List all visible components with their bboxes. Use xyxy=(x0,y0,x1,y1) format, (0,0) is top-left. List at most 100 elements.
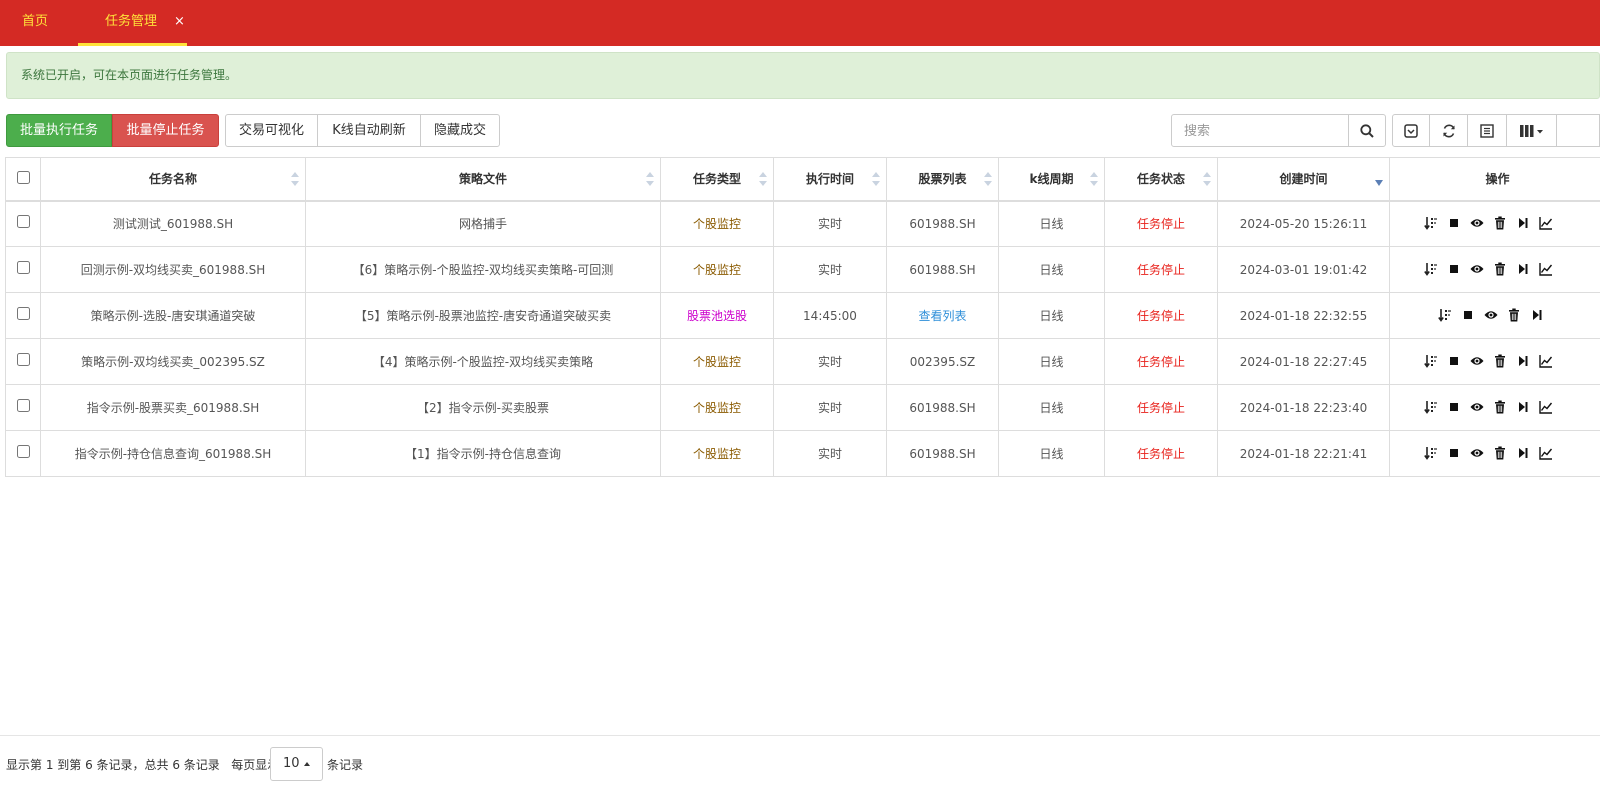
stop-icon[interactable] xyxy=(1461,308,1478,324)
trash-icon[interactable] xyxy=(1493,446,1510,462)
run-next-icon[interactable] xyxy=(1516,216,1533,232)
view-list-link[interactable]: 查看列表 xyxy=(918,309,966,323)
cell-task-type: 个股监控 xyxy=(660,246,774,293)
eye-icon[interactable] xyxy=(1470,354,1487,370)
run-next-icon[interactable] xyxy=(1530,308,1547,324)
trash-icon[interactable] xyxy=(1507,308,1524,324)
col-strategy-file[interactable]: 策略文件 xyxy=(305,157,661,202)
col-created-time[interactable]: 创建时间 xyxy=(1217,157,1390,202)
close-icon[interactable]: × xyxy=(174,0,185,44)
columns-dropdown-button[interactable] xyxy=(1506,114,1557,147)
cell-task-type: 个股监控 xyxy=(660,384,774,431)
table-row[interactable]: 测试测试_601988.SH 网格捕手 个股监控 实时 601988.SH 日线 任务停止 2… xyxy=(5,200,1600,247)
search-input[interactable] xyxy=(1171,114,1349,147)
trash-icon[interactable] xyxy=(1493,400,1510,416)
stop-icon[interactable] xyxy=(1447,354,1464,370)
row-checkbox[interactable] xyxy=(16,352,30,366)
cell-task-name: 测试测试_601988.SH xyxy=(40,200,306,247)
trash-icon[interactable] xyxy=(1493,354,1510,370)
eye-icon[interactable] xyxy=(1470,216,1487,232)
sort-order-icon[interactable] xyxy=(1424,216,1441,232)
cell-task-status: 任务停止 xyxy=(1104,338,1218,385)
sort-order-icon[interactable] xyxy=(1438,308,1455,324)
sort-order-icon[interactable] xyxy=(1424,446,1441,462)
tab-task-management[interactable]: 任务管理 × xyxy=(78,0,187,46)
page-size-select[interactable]: 10 xyxy=(270,747,323,781)
sort-order-icon[interactable] xyxy=(1424,354,1441,370)
col-kline-period[interactable]: k线周期 xyxy=(998,157,1105,202)
col-task-type[interactable]: 任务类型 xyxy=(660,157,774,202)
cell-exec-time: 实时 xyxy=(773,384,887,431)
trash-icon[interactable] xyxy=(1493,262,1510,278)
cell-task-status: 任务停止 xyxy=(1104,246,1218,293)
eye-icon[interactable] xyxy=(1470,262,1487,278)
hide-deals-button[interactable]: 隐藏成交 xyxy=(420,114,500,147)
refresh-button[interactable] xyxy=(1429,114,1468,147)
export-button[interactable] xyxy=(1556,114,1600,147)
cell-stock-list: 601988.SH xyxy=(886,430,999,477)
cell-kline-period: 日线 xyxy=(998,292,1105,339)
cell-actions xyxy=(1389,384,1600,431)
line-chart-icon[interactable] xyxy=(1539,446,1556,462)
batch-stop-button[interactable]: 批量停止任务 xyxy=(112,114,219,147)
cell-exec-time: 实时 xyxy=(773,338,887,385)
row-checkbox[interactable] xyxy=(16,260,30,274)
col-exec-time[interactable]: 执行时间 xyxy=(773,157,887,202)
toggle-view-button[interactable] xyxy=(1467,114,1507,147)
table-row[interactable]: 回测示例-双均线买卖_601988.SH 【6】策略示例-个股监控-双均线买卖策略… xyxy=(5,246,1600,293)
line-chart-icon[interactable] xyxy=(1539,216,1556,232)
row-checkbox[interactable] xyxy=(16,214,30,228)
trade-visual-button[interactable]: 交易可视化 xyxy=(225,114,318,147)
cell-exec-time: 实时 xyxy=(773,200,887,247)
eye-icon[interactable] xyxy=(1470,400,1487,416)
row-checkbox[interactable] xyxy=(16,398,30,412)
run-next-icon[interactable] xyxy=(1516,354,1533,370)
table-row[interactable]: 策略示例-选股-唐安琪通道突破 【5】策略示例-股票池监控-唐安奇通道突破买卖 股票… xyxy=(5,292,1600,339)
sort-icon xyxy=(646,171,654,186)
run-next-icon[interactable] xyxy=(1516,262,1533,278)
toggle-pagination-button[interactable] xyxy=(1392,114,1430,147)
stop-icon[interactable] xyxy=(1447,216,1464,232)
stop-icon[interactable] xyxy=(1447,400,1464,416)
line-chart-icon[interactable] xyxy=(1539,262,1556,278)
cell-actions xyxy=(1389,338,1600,385)
sort-order-icon[interactable] xyxy=(1424,400,1441,416)
tab-home[interactable]: 首页 xyxy=(22,0,48,46)
kline-refresh-button[interactable]: K线自动刷新 xyxy=(317,114,421,147)
cell-strategy-file: 【2】指令示例-买卖股票 xyxy=(305,384,661,431)
table-row[interactable]: 指令示例-股票买卖_601988.SH 【2】指令示例-买卖股票 个股监控 实时 601… xyxy=(5,384,1600,431)
sort-icon xyxy=(291,171,299,186)
footer-divider xyxy=(0,735,1600,736)
col-task-status[interactable]: 任务状态 xyxy=(1104,157,1218,202)
col-stock-list[interactable]: 股票列表 xyxy=(886,157,999,202)
line-chart-icon[interactable] xyxy=(1539,354,1556,370)
table-row[interactable]: 策略示例-双均线买卖_002395.SZ 【4】策略示例-个股监控-双均线买卖策略… xyxy=(5,338,1600,385)
pagination-summary: 显示第 1 到第 6 条记录，总共 6 条记录 每页显示 xyxy=(6,758,280,772)
batch-run-button[interactable]: 批量执行任务 xyxy=(6,114,112,147)
eye-icon[interactable] xyxy=(1484,308,1501,324)
row-checkbox[interactable] xyxy=(16,306,30,320)
cell-select xyxy=(5,292,41,339)
cell-task-name: 指令示例-持仓信息查询_601988.SH xyxy=(40,430,306,477)
stop-icon[interactable] xyxy=(1447,446,1464,462)
run-next-icon[interactable] xyxy=(1516,400,1533,416)
list-view-icon xyxy=(1480,123,1494,138)
cell-actions xyxy=(1389,246,1600,293)
search-icon xyxy=(1360,123,1374,138)
run-next-icon[interactable] xyxy=(1516,446,1533,462)
cell-created-time: 2024-01-18 22:32:55 xyxy=(1217,292,1390,339)
stop-icon[interactable] xyxy=(1447,262,1464,278)
select-all-checkbox[interactable] xyxy=(16,170,30,184)
sort-desc-icon xyxy=(1375,180,1383,186)
line-chart-icon[interactable] xyxy=(1539,400,1556,416)
search-button[interactable] xyxy=(1348,114,1386,147)
eye-icon[interactable] xyxy=(1470,446,1487,462)
col-task-name[interactable]: 任务名称 xyxy=(40,157,306,202)
sort-order-icon[interactable] xyxy=(1424,262,1441,278)
trash-icon[interactable] xyxy=(1493,216,1510,232)
cell-actions xyxy=(1389,292,1600,339)
cell-stock-list: 601988.SH xyxy=(886,200,999,247)
row-checkbox[interactable] xyxy=(16,444,30,458)
cell-select xyxy=(5,430,41,477)
table-row[interactable]: 指令示例-持仓信息查询_601988.SH 【1】指令示例-持仓信息查询 个股监控实… xyxy=(5,430,1600,477)
